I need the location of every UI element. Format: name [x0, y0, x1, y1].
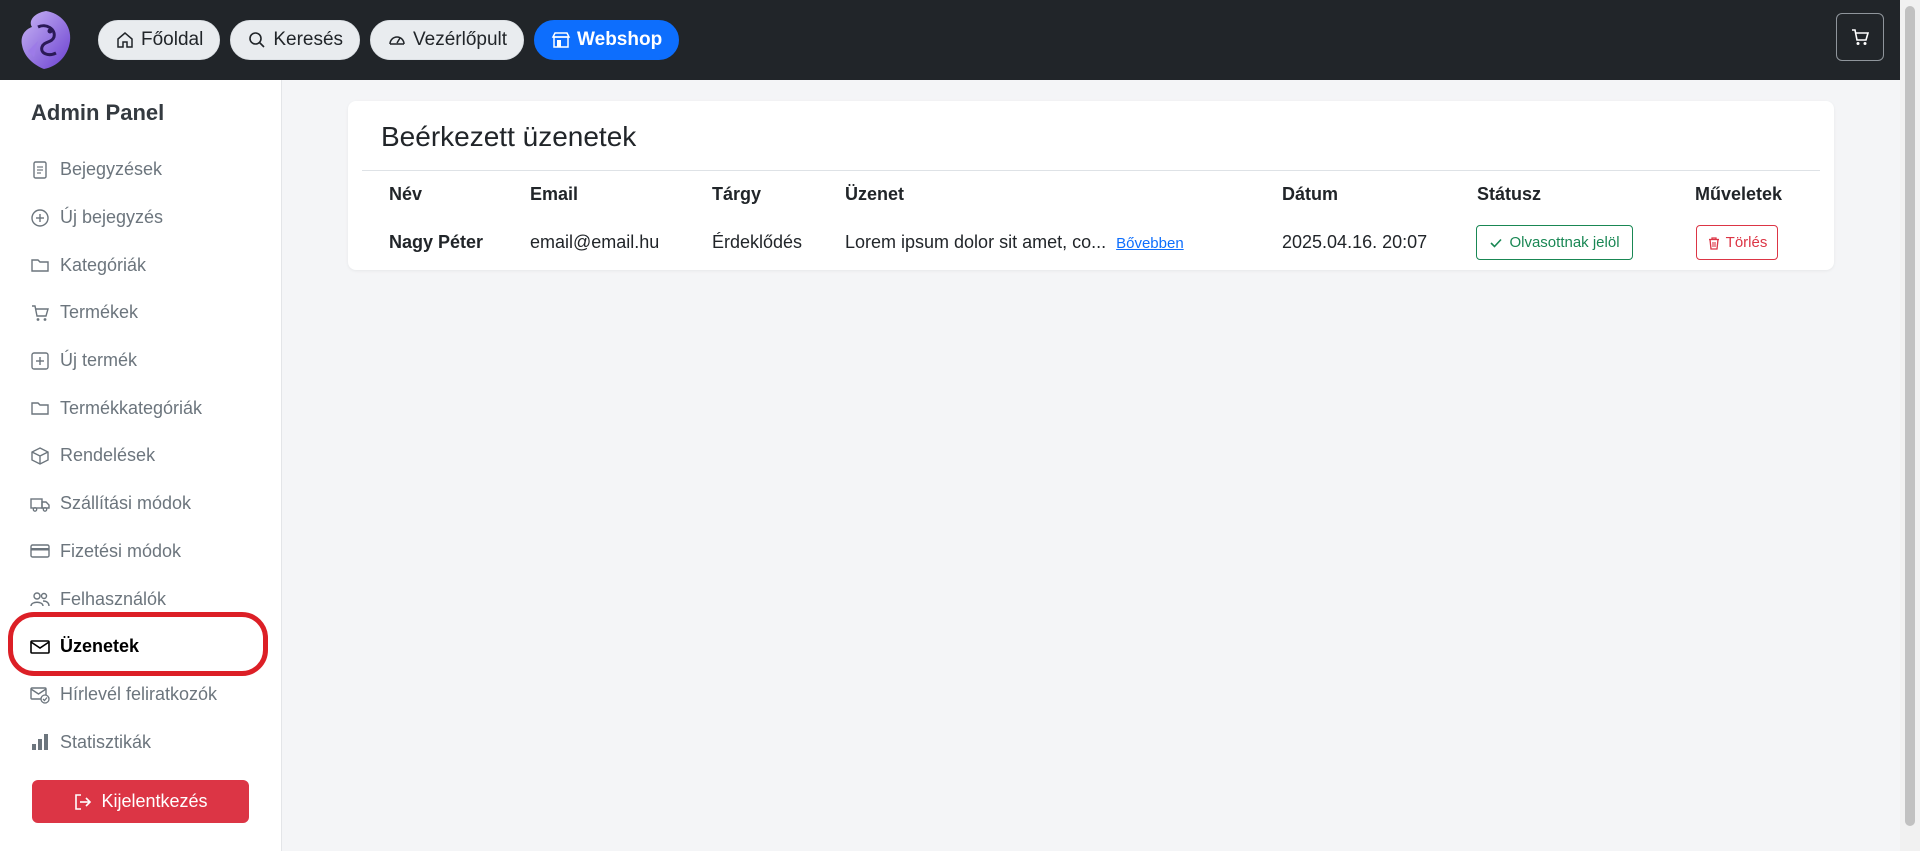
- folder-icon: [31, 259, 49, 272]
- sidebar-item-label: Termékek: [60, 302, 139, 323]
- truck-icon: [30, 497, 50, 512]
- sidebar-item-label: Termékkategóriák: [60, 397, 203, 418]
- admin-sidebar: Admin Panel Bejegyzések Új bejegyzés Kat…: [0, 80, 282, 851]
- envelope-check-icon: [30, 687, 50, 705]
- sidebar-item-posts[interactable]: Bejegyzések: [0, 146, 282, 194]
- check-icon: [1490, 238, 1503, 248]
- message-preview: Lorem ipsum dolor sit amet, co...: [845, 232, 1107, 252]
- credit-card-icon: [30, 544, 50, 559]
- delete-label: Törlés: [1725, 234, 1768, 251]
- logout-label: Kijelentkezés: [101, 791, 208, 811]
- sidebar-item-product-categories[interactable]: Termékkategóriák: [0, 384, 282, 432]
- sidebar-item-label: Felhasználók: [60, 588, 167, 609]
- column-header-date: Dátum: [1282, 184, 1339, 204]
- nav-home-label: Főoldal: [141, 29, 204, 50]
- sidebar-item-new-post[interactable]: Új bejegyzés: [0, 194, 282, 242]
- sidebar-item-label: Szállítási módok: [60, 493, 192, 514]
- plus-square-icon: [31, 351, 49, 370]
- nav-webshop-label: Webshop: [577, 29, 663, 50]
- sidebar-item-label: Bejegyzések: [60, 159, 163, 180]
- sidebar-item-orders[interactable]: Rendelések: [0, 432, 282, 480]
- column-header-actions: Műveletek: [1695, 184, 1783, 204]
- nav-search-label: Keresés: [273, 29, 344, 50]
- document-icon: [33, 161, 47, 179]
- trash-icon: [1708, 236, 1719, 250]
- logout-icon: [75, 793, 92, 810]
- box-icon: [31, 447, 49, 465]
- column-header-message: Üzenet: [845, 184, 905, 204]
- column-header-email: Email: [530, 184, 579, 204]
- dragon-logo-icon: [21, 11, 71, 69]
- sidebar-item-label: Kategóriák: [60, 254, 147, 275]
- logo[interactable]: [14, 5, 78, 75]
- mark-as-read-button[interactable]: Olvasottnak jelöl: [1476, 225, 1633, 260]
- annotation-highlight-ring: [8, 612, 268, 676]
- sidebar-item-categories[interactable]: Kategóriák: [0, 241, 282, 289]
- sidebar-item-label: Új bejegyzés: [60, 207, 164, 228]
- sidebar-item-newsletter[interactable]: Hírlevél feliratkozók: [0, 671, 282, 719]
- logout-button[interactable]: Kijelentkezés: [32, 780, 249, 823]
- scrollbar-thumb[interactable]: [1905, 6, 1915, 826]
- nav-dashboard-button[interactable]: Vezérlőpult: [370, 20, 525, 60]
- message-date: 2025.04.16. 20:07: [1282, 232, 1428, 252]
- folder-icon: [31, 402, 49, 415]
- plus-circle-icon: [31, 208, 49, 227]
- sidebar-item-label: Statisztikák: [60, 731, 152, 752]
- message-sender-name: Nagy Péter: [389, 232, 484, 252]
- sidebar-item-new-product[interactable]: Új termék: [0, 337, 282, 385]
- divider: [362, 170, 1820, 171]
- search-icon: [249, 32, 265, 48]
- nav-dashboard-label: Vezérlőpult: [413, 29, 508, 50]
- nav-home-button[interactable]: Főoldal: [98, 20, 221, 60]
- people-icon: [30, 592, 50, 607]
- shop-icon: [551, 32, 571, 48]
- delete-button[interactable]: Törlés: [1696, 225, 1778, 260]
- sidebar-item-label: Fizetési módok: [60, 540, 182, 561]
- sidebar-item-products[interactable]: Termékek: [0, 289, 282, 337]
- sidebar-item-label: Hírlevél feliratkozók: [60, 683, 218, 704]
- sidebar-item-label: Új termék: [60, 350, 138, 371]
- read-more-link[interactable]: Bővebben: [1116, 235, 1184, 252]
- sidebar-item-shipping[interactable]: Szállítási módok: [0, 480, 282, 528]
- page-scrollbar[interactable]: [1900, 0, 1920, 851]
- column-header-subject: Tárgy: [712, 184, 762, 204]
- column-header-name: Név: [389, 184, 423, 204]
- column-header-status: Státusz: [1477, 184, 1542, 204]
- bar-chart-icon: [32, 734, 48, 751]
- cart-icon: [1852, 29, 1870, 45]
- nav-webshop-button[interactable]: Webshop: [534, 20, 680, 60]
- sidebar-title: Admin Panel: [31, 100, 165, 125]
- cart-button[interactable]: [1836, 13, 1884, 61]
- sidebar-item-label: Rendelések: [60, 445, 156, 466]
- messages-card: Beérkezett üzenetek Név Email Tárgy Üzen…: [348, 101, 1834, 270]
- mark-as-read-label: Olvasottnak jelöl: [1509, 234, 1620, 251]
- sidebar-item-statistics[interactable]: Statisztikák: [0, 718, 282, 766]
- message-subject: Érdeklődés: [712, 232, 803, 252]
- top-navbar: Főoldal Keresés Vezérlőpult Webshop: [0, 0, 1900, 80]
- message-preview-cell: Lorem ipsum dolor sit amet, co... Bővebbe…: [845, 232, 1184, 253]
- sidebar-item-payment[interactable]: Fizetési módok: [0, 528, 282, 576]
- nav-search-button[interactable]: Keresés: [230, 20, 361, 60]
- cart-icon: [32, 305, 49, 321]
- home-icon: [117, 32, 133, 48]
- page-title: Beérkezett üzenetek: [381, 121, 637, 152]
- message-sender-email: email@email.hu: [530, 232, 660, 252]
- speedometer-icon: [389, 36, 405, 45]
